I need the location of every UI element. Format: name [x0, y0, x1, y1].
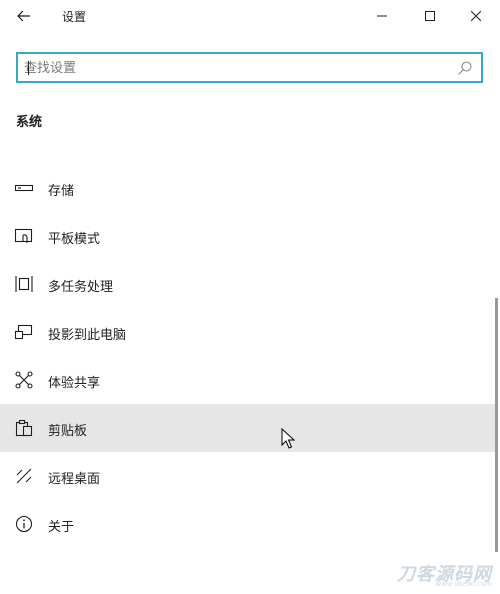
nav-item-label: 剪贴板	[48, 424, 88, 439]
search-icon[interactable]	[457, 60, 473, 76]
search-box[interactable]	[16, 52, 483, 83]
multitasking-icon	[15, 276, 33, 292]
watermark-url: www.dkewl.com	[435, 580, 492, 588]
text-caret	[28, 61, 29, 75]
tablet-mode-icon	[14, 228, 33, 243]
nav-item-clipboard[interactable]: 剪贴板	[0, 404, 496, 452]
settings-nav-list: 存储 平板模式 多任务处理 投影到此电脑 体验共享 剪贴板 远程桌面 关于	[0, 164, 496, 548]
minimize-icon	[377, 15, 387, 17]
maximize-icon	[425, 11, 435, 21]
shared-experiences-icon	[15, 371, 33, 389]
projecting-icon	[14, 324, 33, 340]
close-button[interactable]	[454, 0, 498, 32]
maximize-button[interactable]	[408, 0, 452, 32]
nav-item-shared-experiences[interactable]: 体验共享	[0, 356, 496, 404]
remote-desktop-icon	[16, 468, 32, 484]
nav-item-label: 投影到此电脑	[48, 328, 127, 343]
storage-icon	[14, 184, 34, 192]
nav-item-tablet-mode[interactable]: 平板模式	[0, 212, 496, 260]
title-bar: 设置	[0, 0, 500, 32]
arrow-left-icon	[17, 10, 30, 22]
nav-item-label: 平板模式	[48, 232, 101, 247]
watermark: 刀客源码网 www.dkewl.com	[374, 560, 498, 590]
mouse-cursor-icon	[281, 428, 295, 449]
info-icon	[15, 515, 33, 533]
nav-item-label: 体验共享	[48, 376, 101, 391]
window-title: 设置	[62, 10, 87, 24]
nav-item-label: 远程桌面	[48, 472, 101, 487]
minimize-button[interactable]	[360, 0, 404, 32]
nav-item-remote-desktop[interactable]: 远程桌面	[0, 452, 496, 500]
clipboard-icon	[15, 419, 33, 437]
nav-item-label: 多任务处理	[48, 280, 114, 295]
nav-item-about[interactable]: 关于	[0, 500, 496, 548]
scrollbar[interactable]	[495, 298, 498, 552]
nav-item-label: 存储	[48, 184, 75, 199]
back-button[interactable]	[8, 2, 40, 30]
close-icon	[471, 11, 481, 21]
section-title: 系统	[16, 115, 43, 130]
nav-item-multitasking[interactable]: 多任务处理	[0, 260, 496, 308]
nav-item-storage[interactable]: 存储	[0, 164, 496, 212]
nav-item-label: 关于	[48, 520, 75, 535]
nav-item-projecting[interactable]: 投影到此电脑	[0, 308, 496, 356]
search-input[interactable]	[24, 58, 454, 78]
